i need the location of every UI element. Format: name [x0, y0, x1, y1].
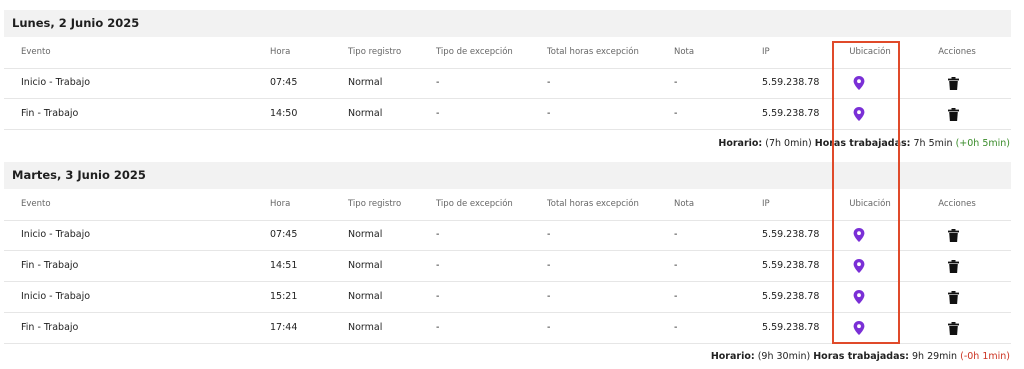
col-nota: Nota [674, 199, 695, 209]
col-tipo-excepcion: Tipo de excepción [436, 199, 513, 209]
cell-evento: Inicio - Trabajo [21, 291, 91, 302]
cell-tipo: Normal [348, 260, 383, 271]
cell-nota: - [674, 77, 678, 88]
cell-ip: 5.59.238.78 [762, 260, 820, 271]
day-summary: Horario: (9h 30min) Horas trabajadas: 9h… [711, 351, 1010, 362]
cell-hora: 14:50 [270, 108, 298, 119]
hours-diff: (-0h 1min) [960, 351, 1010, 362]
cell-nota: - [674, 322, 678, 333]
cell-ip: 5.59.238.78 [762, 322, 820, 333]
trash-icon[interactable] [948, 229, 959, 242]
cell-tipo: Normal [348, 291, 383, 302]
cell-evento: Fin - Trabajo [21, 108, 79, 119]
trash-icon[interactable] [948, 108, 959, 121]
trash-icon[interactable] [948, 260, 959, 273]
col-nota: Nota [674, 47, 695, 57]
col-tipo-excepcion: Tipo de excepción [436, 47, 513, 57]
col-tipo-registro: Tipo registro [348, 47, 402, 57]
cell-hora: 07:45 [270, 77, 298, 88]
horario-label: Horario: [718, 138, 763, 149]
horario-label: Horario: [710, 351, 755, 362]
cell-total: - [547, 108, 551, 119]
cell-hora: 17:44 [270, 322, 298, 333]
col-evento: Evento [21, 47, 51, 57]
cell-total: - [547, 322, 551, 333]
cell-nota: - [674, 229, 678, 240]
col-hora: Hora [270, 47, 291, 57]
trash-icon[interactable] [948, 77, 959, 90]
cell-tipo: Normal [348, 108, 383, 119]
col-acciones: Acciones [938, 199, 976, 209]
cell-evento: Inicio - Trabajo [21, 77, 91, 88]
cell-hora: 07:45 [270, 229, 298, 240]
cell-evento: Inicio - Trabajo [21, 229, 91, 240]
cell-evento: Fin - Trabajo [21, 322, 79, 333]
ubicacion-highlight-box [832, 41, 900, 344]
trash-icon[interactable] [948, 322, 959, 335]
trash-icon[interactable] [948, 291, 959, 304]
col-total-horas-excepcion: Total horas excepción [547, 199, 639, 209]
cell-hora: 15:21 [270, 291, 298, 302]
cell-excepcion: - [436, 108, 440, 119]
cell-excepcion: - [436, 291, 440, 302]
col-hora: Hora [270, 199, 291, 209]
cell-hora: 14:51 [270, 260, 298, 271]
cell-ip: 5.59.238.78 [762, 108, 820, 119]
col-tipo-registro: Tipo registro [348, 199, 402, 209]
col-ip: IP [762, 47, 770, 57]
trabajadas-value: 9h 29min [911, 351, 958, 362]
horario-value: (7h 0min) [765, 138, 812, 149]
hours-diff: (+0h 5min) [955, 138, 1010, 149]
cell-excepcion: - [436, 229, 440, 240]
cell-total: - [547, 291, 551, 302]
cell-tipo: Normal [348, 77, 383, 88]
trabajadas-value: 7h 5min [913, 138, 953, 149]
cell-excepcion: - [436, 260, 440, 271]
col-evento: Evento [21, 199, 51, 209]
cell-excepcion: - [436, 322, 440, 333]
cell-ip: 5.59.238.78 [762, 77, 820, 88]
cell-tipo: Normal [348, 229, 383, 240]
cell-ip: 5.59.238.78 [762, 291, 820, 302]
cell-tipo: Normal [348, 322, 383, 333]
col-total-horas-excepcion: Total horas excepción [547, 47, 639, 57]
col-acciones: Acciones [938, 47, 976, 57]
cell-nota: - [674, 260, 678, 271]
cell-total: - [547, 260, 551, 271]
cell-nota: - [674, 108, 678, 119]
cell-total: - [547, 77, 551, 88]
trabajadas-label: Horas trabajadas: [813, 351, 909, 362]
col-ip: IP [762, 199, 770, 209]
cell-excepcion: - [436, 77, 440, 88]
cell-ip: 5.59.238.78 [762, 229, 820, 240]
cell-evento: Fin - Trabajo [21, 260, 79, 271]
horario-value: (9h 30min) [757, 351, 811, 362]
cell-nota: - [674, 291, 678, 302]
cell-total: - [547, 229, 551, 240]
day-title: Lunes, 2 Junio 2025 [4, 10, 1011, 37]
